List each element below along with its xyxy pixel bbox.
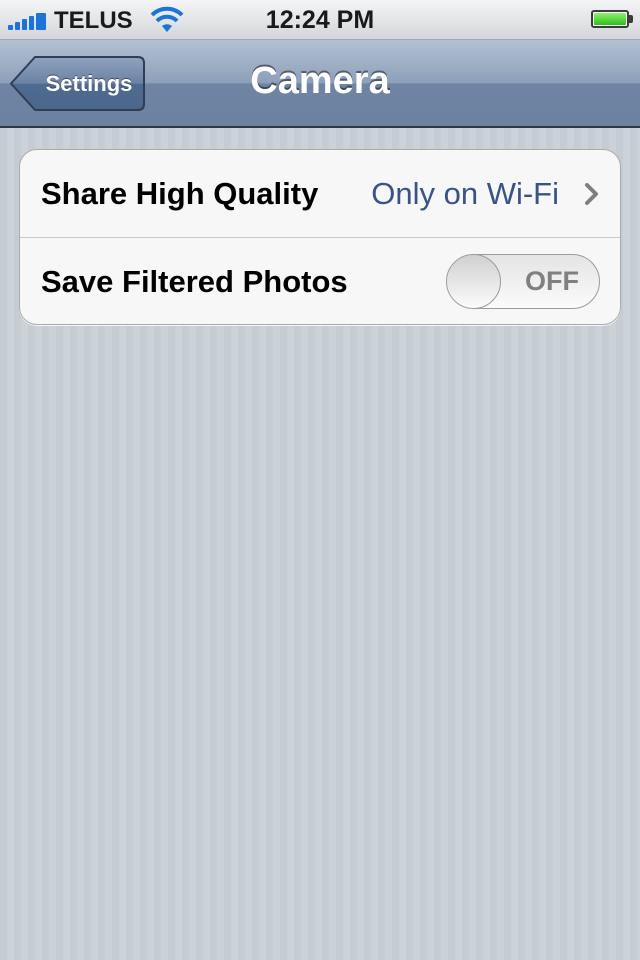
settings-group: Share High Quality Only on Wi-Fi Save Fi… bbox=[19, 149, 621, 325]
toggle-state-label: OFF bbox=[525, 266, 579, 296]
toggle-knob bbox=[447, 255, 501, 308]
row-label: Share High Quality bbox=[41, 176, 319, 211]
save-filtered-photos-row: Save Filtered Photos OFF bbox=[20, 238, 620, 324]
save-filtered-photos-toggle[interactable]: OFF bbox=[446, 254, 600, 309]
back-button-label: Settings bbox=[45, 71, 133, 96]
share-high-quality-row[interactable]: Share High Quality Only on Wi-Fi bbox=[20, 150, 620, 238]
chevron-right-icon bbox=[585, 183, 598, 205]
row-label: Save Filtered Photos bbox=[41, 264, 348, 299]
battery-icon bbox=[591, 10, 629, 28]
row-value: Only on Wi-Fi bbox=[371, 176, 559, 211]
status-time: 12:24 PM bbox=[265, 6, 375, 34]
status-bar: TELUS 12:24 PM bbox=[0, 0, 640, 40]
navigation-bar: Camera Settings bbox=[0, 40, 640, 128]
back-button[interactable]: Settings bbox=[9, 55, 146, 112]
battery-tip bbox=[629, 15, 633, 23]
